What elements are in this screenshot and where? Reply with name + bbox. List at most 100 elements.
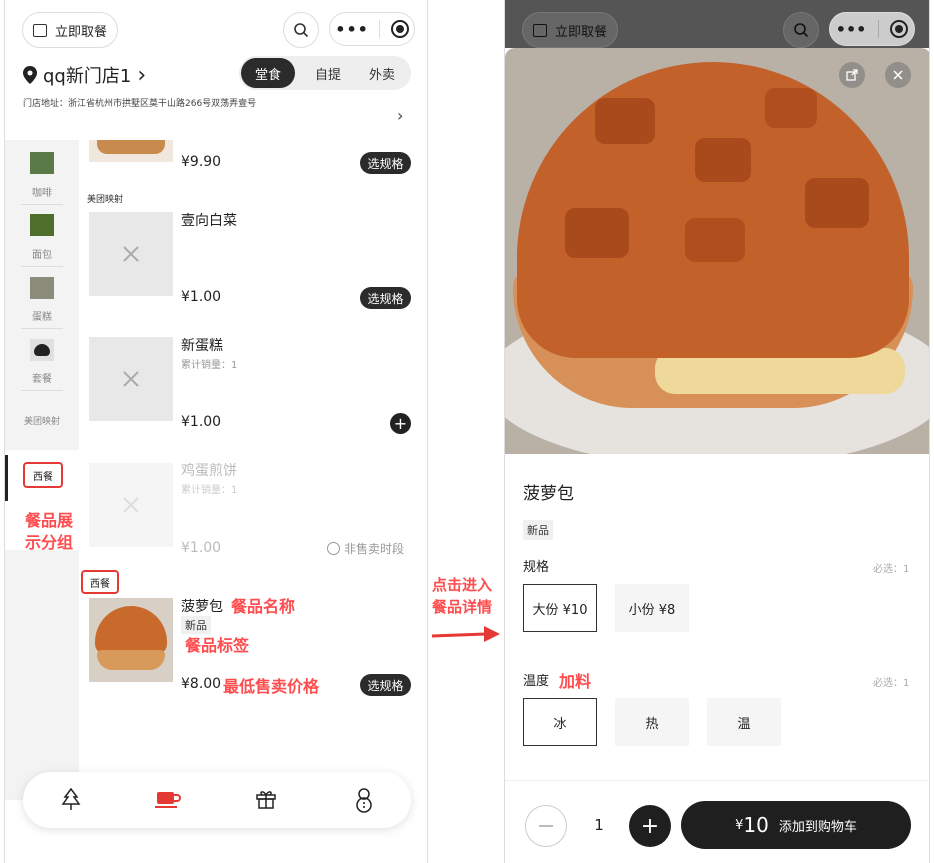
item-boluo-image[interactable] [89,598,173,682]
item-baicai-image[interactable] [89,212,173,296]
pickup-now-button[interactable]: 立即取餐 [22,12,118,48]
location-pin-icon [23,66,37,84]
add-to-cart-button[interactable]: ¥ 10 添加到购物车 [681,801,911,849]
annotation-item-name: 餐品名称 [231,597,296,616]
cutlery-icon [123,246,139,262]
search-icon [794,23,809,38]
item-jidan-status: 非售卖时段 [327,540,404,557]
item-dangao-sales: 累计销量：1 [181,360,238,371]
product-image [505,48,929,454]
category-icon-cake [30,277,54,299]
store-selector[interactable]: qq新门店1 › [23,62,146,88]
category-bread[interactable]: 面包 [23,246,61,261]
calendar-icon [33,23,47,37]
store-name: qq新门店1 [43,66,132,87]
section-meituan-label: 美团映射 [87,195,124,205]
more-icon[interactable]: ••• [335,20,369,39]
item-dangao-name: 新蛋糕 [181,338,223,354]
mode-dine-in[interactable]: 堂食 [241,58,295,88]
annotation-toppings: 加料 [559,672,592,691]
category-sidebar-bottom [5,550,79,800]
annotation-item-tag: 餐品标签 [185,636,250,655]
item-top-price: ¥9.90 [181,154,222,170]
decrease-quantity-button[interactable] [525,805,567,847]
address-chevron-icon[interactable]: › [397,106,403,125]
category-cake[interactable]: 蛋糕 [23,308,61,323]
tree-icon[interactable] [61,788,81,812]
bottom-tab-bar [23,772,411,828]
share-icon[interactable] [839,62,865,88]
item-jidan-sales: 累计销量：1 [181,485,238,496]
category-western[interactable]: 西餐 [23,462,63,488]
cutlery-icon [123,497,139,513]
item-jidan-status-text: 非售卖时段 [344,542,405,556]
annotation-min-price: 最低售卖价格 [223,677,320,696]
annotation-display-group: 餐品展 示分组 [25,511,74,552]
spec-option-small[interactable]: 小份 ¥8 [615,584,689,632]
temp-option-hot[interactable]: 热 [615,698,689,746]
pickup-now-label: 立即取餐 [55,24,108,40]
category-set-meal[interactable]: 套餐 [23,370,61,385]
temp-title: 温度 [523,674,550,689]
spec-option-large[interactable]: 大份 ¥10 [523,584,597,632]
item-baicai-spec-button[interactable]: 选规格 [360,287,411,309]
search-icon [294,23,309,38]
item-dangao-add-icon[interactable]: + [390,413,411,434]
product-detail-screen: 立即取餐 ••• 菠萝包 新品 规格 必选：1 大份 ¥10 小份 ¥8 温度 … [504,0,930,863]
section-western-label: 西餐 [81,570,119,594]
temp-option-ice[interactable]: 冰 [523,698,597,746]
item-baicai-price: ¥1.00 [181,289,222,305]
item-boluo-price: ¥8.00 [181,676,222,692]
store-address: 门店地址：浙江省杭州市拱墅区莫干山路266号双荡弄壹号 [23,99,257,109]
cutlery-icon [123,371,139,387]
increase-quantity-button[interactable]: + [629,805,671,847]
snowman-icon[interactable] [353,787,375,813]
close-miniprogram-icon[interactable] [890,20,909,38]
pickup-now-label: 立即取餐 [555,24,608,40]
close-miniprogram-icon[interactable] [390,20,409,38]
cup-icon[interactable] [155,790,181,810]
item-dangao-price: ¥1.00 [181,414,222,430]
total-currency: ¥ [735,817,744,833]
quantity-value: 1 [594,816,604,834]
category-meituan[interactable]: 美团映射 [15,414,69,427]
item-boluo-name: 菠萝包 [181,599,223,615]
mode-pickup[interactable]: 自提 [301,58,355,88]
product-name: 菠萝包 [523,484,574,504]
search-button[interactable] [283,12,319,48]
mode-delivery[interactable]: 外卖 [355,58,409,88]
temp-option-warm[interactable]: 温 [707,698,781,746]
category-icon-coffee [30,152,54,174]
item-dangao-image[interactable] [89,337,173,421]
item-thumb-top[interactable] [89,140,173,162]
pickup-now-button-dimmed: 立即取餐 [522,12,618,48]
item-top-spec-button[interactable]: 选规格 [360,152,411,174]
item-jidan-price: ¥1.00 [181,540,222,556]
search-button-dimmed [783,12,819,48]
active-indicator [5,455,8,501]
item-boluo-spec-button[interactable]: 选规格 [360,674,411,696]
add-to-cart-label: 添加到购物车 [778,819,857,835]
calendar-icon [533,23,547,37]
temp-required: 必选：1 [873,678,910,689]
dining-mode-switch: 堂食 自提 外卖 [239,56,411,90]
minus-icon [539,825,553,827]
arrow-annotation: 点击进入 餐品详情 [432,576,493,616]
chevron-right-icon: › [137,62,147,88]
product-tag: 新品 [523,520,553,540]
category-icon-bread [30,214,54,236]
menu-screen: 立即取餐 ••• qq新门店1 › 堂食 自提 外卖 门店地址：浙江省杭州市拱墅… [4,0,428,863]
plus-icon: + [640,813,660,839]
total-price: 10 [743,813,769,837]
item-jidan-image [89,463,173,547]
more-icon[interactable]: ••• [836,20,867,39]
item-baicai-name: 壹向白菜 [181,213,237,229]
item-jidan-name: 鸡蛋煎饼 [181,463,237,479]
spec-title: 规格 [523,560,550,575]
close-icon[interactable] [885,62,911,88]
capsule-menu: ••• [829,12,915,46]
category-coffee[interactable]: 咖啡 [23,184,61,199]
spec-required: 必选：1 [873,564,910,575]
category-icon-set [30,339,54,361]
gift-icon[interactable] [255,788,277,810]
